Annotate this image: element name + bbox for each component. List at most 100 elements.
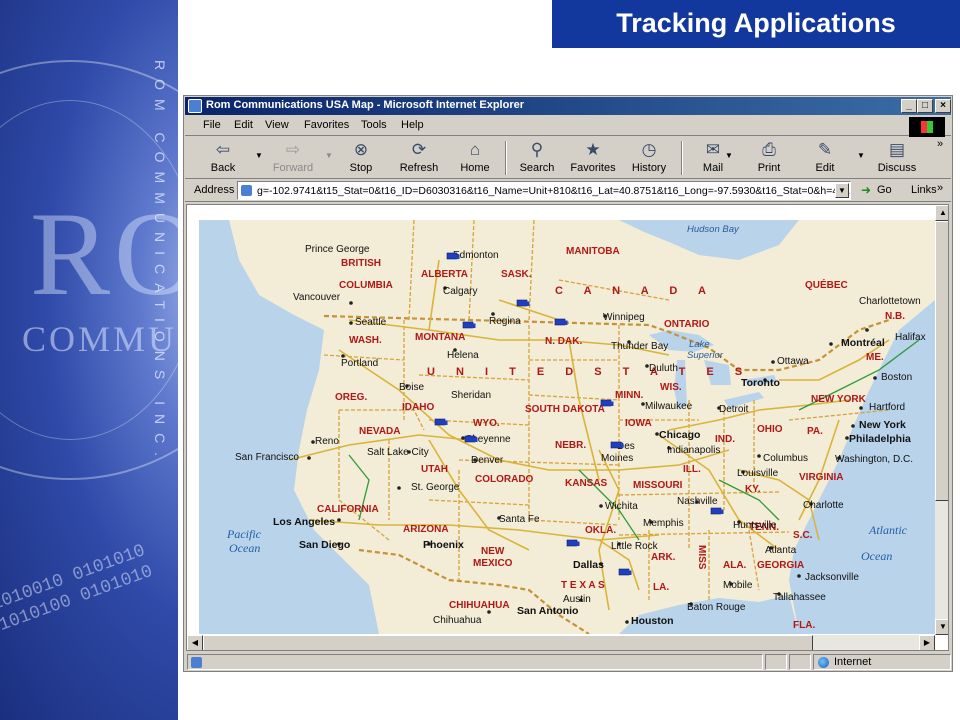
menu-file[interactable]: File <box>203 119 221 131</box>
city-label: Helena <box>447 350 479 361</box>
forward-label: Forward <box>272 162 314 174</box>
window-titlebar[interactable]: Rom Communications USA Map - Microsoft I… <box>185 97 951 115</box>
region-label: OKLA. <box>585 525 616 536</box>
menu-favorites[interactable]: Favorites <box>304 119 349 131</box>
city-label: Denver <box>471 455 504 466</box>
address-dropdown-icon[interactable]: ▼ <box>835 183 849 198</box>
address-input[interactable]: g=-102.9741&t15_Stat=0&t16_ID=D6030316&t… <box>237 181 851 200</box>
stop-icon: ⊗ <box>353 140 369 159</box>
stop-label: Stop <box>349 162 373 174</box>
back-dropdown-icon[interactable]: ▼ <box>255 151 263 160</box>
page-done-icon <box>191 657 202 668</box>
print-button[interactable]: ⎙ Print <box>741 139 797 177</box>
city-label: Ottawa <box>777 356 809 367</box>
scroll-left-arrow-icon[interactable]: ◀ <box>187 635 203 650</box>
vertical-scrollbar[interactable]: ▲ ▼ <box>935 205 948 635</box>
region-label: LA. <box>653 582 669 593</box>
links-chevron-icon[interactable]: » <box>937 182 943 194</box>
city-label: Indianapolis <box>667 445 720 456</box>
city-label: Mobile <box>723 580 753 591</box>
slide: RO COMMU ROM COMMUNICATIONS INC. 1010010… <box>0 0 960 720</box>
city-label: Wichita <box>605 501 638 512</box>
slide-title: Tracking Applications <box>616 8 896 38</box>
go-button[interactable]: ➜ Go <box>859 182 901 200</box>
city-label: Boise <box>399 382 424 393</box>
forward-button[interactable]: ⇨ Forward <box>265 139 321 177</box>
city-label: Vancouver <box>293 292 341 303</box>
minimize-button[interactable]: _ <box>901 99 917 113</box>
region-label: FLA. <box>793 620 815 631</box>
region-label: NEBR. <box>555 440 586 451</box>
menu-view[interactable]: View <box>265 119 289 131</box>
region-label: MONTANA <box>415 332 465 343</box>
toolbar-overflow-chevron-icon[interactable]: » <box>937 138 943 150</box>
home-icon: ⌂ <box>469 140 481 159</box>
tracking-map[interactable]: Hudson Bay Lake Superior C A N A D A U N… <box>199 220 935 634</box>
refresh-icon: ⟳ <box>411 140 427 159</box>
region-label: ALA. <box>723 560 747 571</box>
horizontal-scrollbar[interactable]: ◀ ▶ <box>187 635 935 650</box>
forward-arrow-icon: ⇨ <box>285 140 301 159</box>
menu-bar: File Edit View Favorites Tools Help <box>185 116 951 137</box>
scroll-up-arrow-icon[interactable]: ▲ <box>935 205 948 221</box>
region-label: IOWA <box>625 418 652 429</box>
discuss-button[interactable]: ▤ Discuss <box>869 139 925 177</box>
links-button[interactable]: Links <box>911 184 937 196</box>
windows-logo-icon <box>909 117 945 137</box>
mail-label: Mail <box>702 162 724 174</box>
mail-dropdown-icon[interactable]: ▼ <box>725 151 733 160</box>
city-label: St. George <box>411 482 460 493</box>
region-label: QUÉBEC <box>805 278 848 291</box>
menu-tools[interactable]: Tools <box>361 119 387 131</box>
close-button[interactable]: × <box>935 99 951 113</box>
history-clock-icon: ◷ <box>641 140 657 159</box>
region-label: IND. <box>715 434 735 445</box>
scroll-down-arrow-icon[interactable]: ▼ <box>935 619 948 635</box>
back-button[interactable]: ⇦ Back <box>195 139 251 177</box>
menu-help[interactable]: Help <box>401 119 424 131</box>
water-label: Lake <box>689 339 710 350</box>
edit-button[interactable]: ✎ Edit <box>797 139 853 177</box>
city-label: Los Angeles <box>273 516 335 528</box>
search-button[interactable]: ⚲ Search <box>509 139 565 177</box>
edit-dropdown-icon[interactable]: ▼ <box>857 151 865 160</box>
edit-document-icon: ✎ <box>817 140 833 159</box>
city-label: Hartford <box>869 402 905 413</box>
city-label: Chicago <box>659 429 700 441</box>
standard-toolbar: ⇦ Back ▼ ⇨ Forward ▼ ⊗ Stop ⟳ Refresh ⌂ … <box>185 137 951 179</box>
region-label: MISS <box>696 545 707 570</box>
region-label: MISSOURI <box>633 480 683 491</box>
home-button[interactable]: ⌂ Home <box>447 139 503 177</box>
country-label: C A N A D A <box>555 285 715 297</box>
toolbar-divider <box>505 141 507 175</box>
city-label: Little Rock <box>611 541 659 552</box>
status-pane <box>789 654 811 670</box>
water-label: Hudson Bay <box>687 224 740 235</box>
favorites-button[interactable]: ★ Favorites <box>565 139 621 177</box>
vertical-company-name: ROM COMMUNICATIONS INC. <box>152 60 168 466</box>
city-label: Huntsville <box>733 520 777 531</box>
city-label: Chihuahua <box>433 615 482 626</box>
region-label: T E X A S <box>561 580 605 591</box>
forward-dropdown-icon[interactable]: ▼ <box>325 151 333 160</box>
city-label: Thunder Bay <box>611 341 668 352</box>
region-label: COLUMBIA <box>339 280 393 291</box>
city-label: Jacksonville <box>805 572 859 583</box>
region-label: OHIO <box>757 424 783 435</box>
refresh-button[interactable]: ⟳ Refresh <box>391 139 447 177</box>
city-dot <box>349 321 353 325</box>
vertical-scroll-thumb[interactable] <box>935 221 948 501</box>
maximize-button[interactable]: □ <box>917 99 933 113</box>
region-label: NEVADA <box>359 426 400 437</box>
slide-title-bar: Tracking Applications <box>552 0 960 48</box>
favorites-folder-icon: ★ <box>585 140 601 159</box>
stop-button[interactable]: ⊗ Stop <box>333 139 389 177</box>
region-label: N. DAK. <box>545 336 582 347</box>
city-dot <box>487 610 491 614</box>
city-label: Phoenix <box>423 539 464 551</box>
history-button[interactable]: ◷ History <box>621 139 677 177</box>
scroll-right-arrow-icon[interactable]: ▶ <box>919 635 935 650</box>
menu-edit[interactable]: Edit <box>234 119 253 131</box>
region-label: OREG. <box>335 392 367 403</box>
horizontal-scroll-thumb[interactable] <box>203 635 813 650</box>
